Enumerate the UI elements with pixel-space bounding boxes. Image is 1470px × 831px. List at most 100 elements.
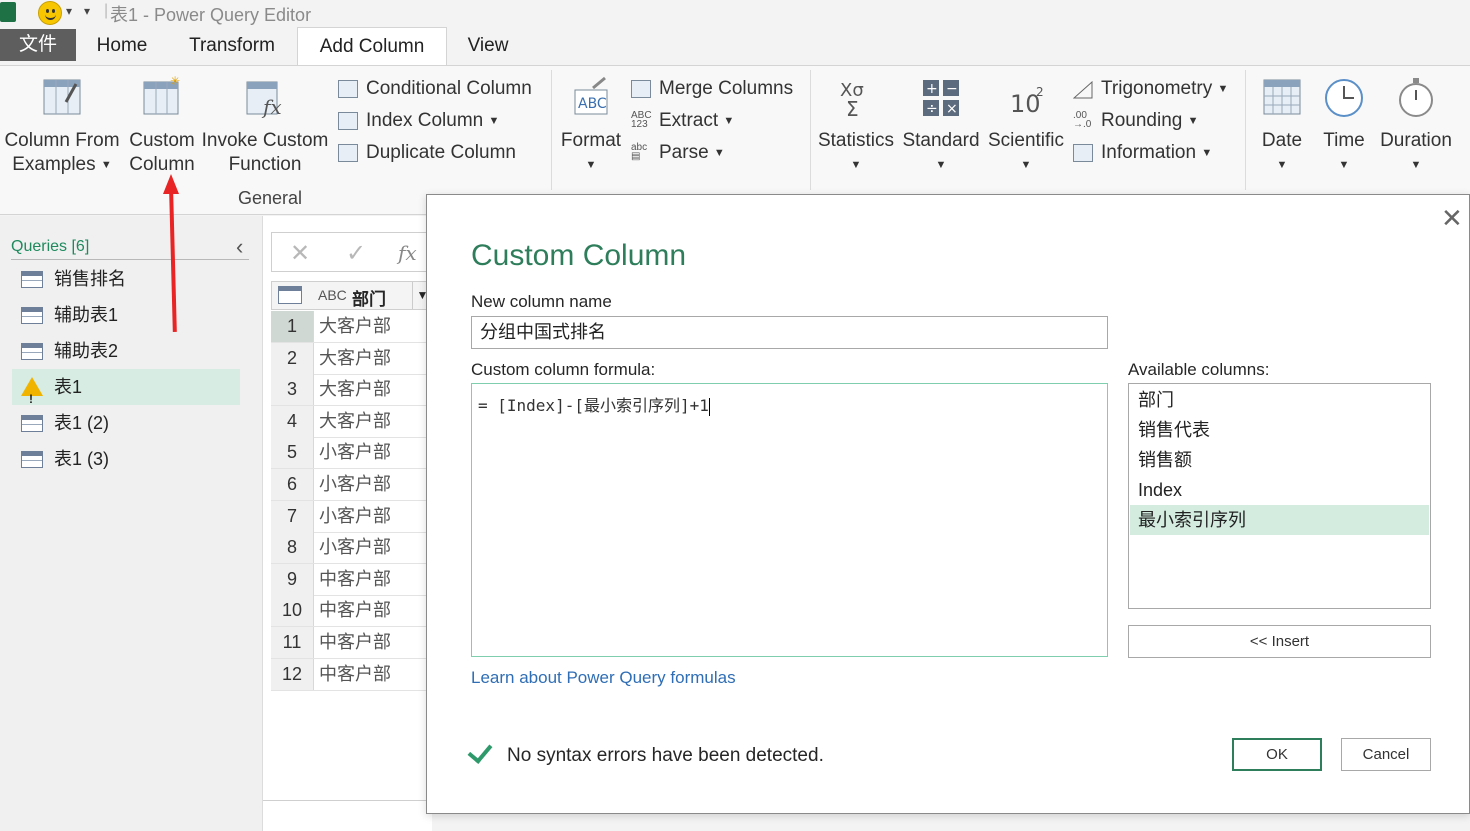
tab-view[interactable]: View <box>455 27 521 65</box>
smiley-feedback-icon[interactable] <box>38 1 62 25</box>
row-number[interactable]: 10 <box>271 595 314 627</box>
table-row[interactable]: 3 大客户部 <box>271 374 431 407</box>
grid-column-header[interactable]: ABC 部门 ▼ <box>271 281 431 310</box>
chevron-down-icon: ▼ <box>850 159 862 171</box>
format-button[interactable]: ABC Format ▼ <box>558 76 624 177</box>
tab-home[interactable]: Home <box>84 27 160 65</box>
fx-icon[interactable]: fx <box>398 241 417 265</box>
parse-button[interactable]: abc ▤ Parse ▼ <box>631 139 725 167</box>
row-number[interactable]: 1 <box>271 311 314 342</box>
time-button[interactable]: Time ▼ <box>1316 76 1372 177</box>
query-item[interactable]: 表1 (2) <box>12 405 240 441</box>
table-row[interactable]: 8 小客户部 <box>271 532 431 565</box>
query-item[interactable]: 销售排名 <box>12 261 240 297</box>
cell-value[interactable]: 小客户部 <box>319 469 391 500</box>
chevron-down-icon: ▼ <box>1276 159 1288 171</box>
table-row[interactable]: 5 小客户部 <box>271 437 431 470</box>
cell-value[interactable]: 中客户部 <box>319 595 391 626</box>
tab-add-column[interactable]: Add Column <box>297 27 447 65</box>
conditional-column-button[interactable]: Conditional Column <box>338 75 532 103</box>
rounding-button[interactable]: .00 →.0 Rounding ▼ <box>1073 107 1199 135</box>
cell-value[interactable]: 大客户部 <box>319 374 391 405</box>
cancel-button[interactable]: Cancel <box>1341 738 1431 771</box>
row-number[interactable]: 9 <box>271 563 314 595</box>
index-column-button[interactable]: Index Column ▼ <box>338 107 499 135</box>
table-row[interactable]: 10 中客户部 <box>271 595 431 628</box>
query-item[interactable]: 辅助表1 <box>12 297 240 333</box>
statistics-button[interactable]: Xσ Σ Statistics ▼ <box>816 76 896 177</box>
conditional-column-icon <box>338 80 358 98</box>
cell-value[interactable]: 大客户部 <box>319 343 391 374</box>
insert-button[interactable]: << Insert <box>1128 625 1431 658</box>
row-number[interactable]: 8 <box>271 532 314 564</box>
row-number[interactable]: 3 <box>271 374 314 406</box>
cell-value[interactable]: 小客户部 <box>319 532 391 563</box>
cell-value[interactable]: 大客户部 <box>319 406 391 437</box>
standard-button[interactable]: + − ÷ × Standard ▼ <box>899 76 983 177</box>
row-number[interactable]: 12 <box>271 658 314 690</box>
confirm-formula-icon[interactable]: ✓ <box>346 239 366 268</box>
cell-value[interactable]: 小客户部 <box>319 437 391 468</box>
merge-columns-button[interactable]: Merge Columns <box>631 75 793 103</box>
table-menu-icon[interactable] <box>278 286 302 304</box>
table-row[interactable]: 11 中客户部 <box>271 627 431 659</box>
query-item[interactable]: 表1 (3) <box>12 441 240 477</box>
queries-header: Queries [6] <box>11 238 90 255</box>
table-row[interactable]: 12 中客户部 <box>271 658 431 691</box>
available-column-item[interactable]: 销售代表 <box>1130 415 1429 445</box>
feedback-dropdown-icon[interactable]: ▾ <box>66 4 72 18</box>
cell-value[interactable]: 中客户部 <box>319 564 391 595</box>
column-from-examples-button[interactable]: Column From Examples ▼ <box>2 76 122 177</box>
ok-button[interactable]: OK <box>1232 738 1322 771</box>
chevron-down-icon: ▼ <box>1020 159 1032 171</box>
cell-value[interactable]: 大客户部 <box>319 311 391 342</box>
formula-editor[interactable]: = [Index]-[最小索引序列]+1 <box>471 383 1108 657</box>
table-row[interactable]: 4 大客户部 <box>271 405 431 438</box>
available-column-item-selected[interactable]: 最小索引序列 <box>1130 505 1429 535</box>
tab-file[interactable]: 文件 <box>0 29 76 61</box>
invoke-custom-function-button[interactable]: fx Invoke Custom Function <box>200 76 330 177</box>
available-column-item[interactable]: Index <box>1130 475 1429 505</box>
date-button[interactable]: Date ▼ <box>1254 76 1310 177</box>
group-label-general: General <box>238 188 303 208</box>
row-number[interactable]: 11 <box>271 627 314 658</box>
table-row[interactable]: 6 小客户部 <box>271 469 431 501</box>
available-column-item[interactable]: 部门 <box>1130 385 1429 415</box>
extract-button[interactable]: ABC 123 Extract ▼ <box>631 107 734 135</box>
information-button[interactable]: Information ▼ <box>1073 139 1212 167</box>
table-row[interactable]: 2 大客户部 <box>271 342 431 375</box>
chevron-down-icon: ▼ <box>1338 159 1350 171</box>
table-row[interactable]: 7 小客户部 <box>271 500 431 533</box>
available-column-item[interactable]: 销售额 <box>1130 445 1429 475</box>
table-row[interactable]: 9 中客户部 <box>271 563 431 596</box>
new-column-name-input[interactable]: 分组中国式排名 <box>471 316 1108 349</box>
warning-icon: ! <box>21 377 43 406</box>
cell-value[interactable]: 小客户部 <box>319 501 391 532</box>
tab-transform[interactable]: Transform <box>176 27 288 65</box>
close-icon[interactable]: ✕ <box>1441 203 1463 234</box>
custom-column-button[interactable]: ✳ Custom Column <box>126 74 198 177</box>
cell-value[interactable]: 中客户部 <box>319 659 391 690</box>
invoke-function-icon: fx <box>246 81 282 119</box>
quick-access-customize-icon[interactable]: ▾ <box>84 4 90 18</box>
duplicate-column-button[interactable]: Duplicate Column <box>338 139 516 167</box>
duration-button[interactable]: Duration ▼ <box>1376 76 1456 177</box>
row-number[interactable]: 6 <box>271 469 314 500</box>
row-number[interactable]: 7 <box>271 500 314 532</box>
queries-pane: Queries [6] ‹ 销售排名 辅助表1 辅助表2 ! 表1 表1 (2)… <box>0 216 262 831</box>
custom-column-icon: ✳ <box>143 74 180 115</box>
extract-label: Extract <box>659 110 719 132</box>
cancel-formula-icon[interactable]: ✕ <box>290 239 310 268</box>
cell-value[interactable]: 中客户部 <box>319 627 391 658</box>
query-item[interactable]: 辅助表2 <box>12 333 240 369</box>
trigonometry-button[interactable]: Trigonometry ▼ <box>1072 75 1228 103</box>
type-abc-icon[interactable]: ABC <box>318 287 347 303</box>
query-item-selected[interactable]: ! 表1 <box>12 369 240 406</box>
learn-formulas-link[interactable]: Learn about Power Query formulas <box>471 668 736 688</box>
table-row[interactable]: 1 大客户部 <box>271 311 431 343</box>
row-number[interactable]: 5 <box>271 437 314 469</box>
row-number[interactable]: 2 <box>271 342 314 374</box>
row-number[interactable]: 4 <box>271 405 314 437</box>
collapse-pane-icon[interactable]: ‹ <box>236 234 243 260</box>
scientific-button[interactable]: 10 2 Scientific ▼ <box>985 76 1067 177</box>
